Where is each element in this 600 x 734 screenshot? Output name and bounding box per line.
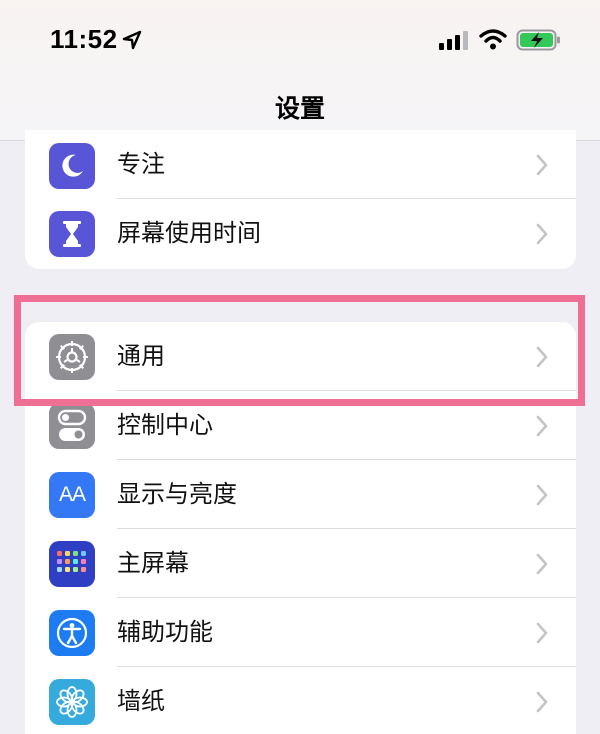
text-size-icon: AA: [49, 472, 95, 518]
toggles-icon: [49, 403, 95, 449]
settings-row-accessibility[interactable]: 辅助功能: [25, 598, 576, 667]
accessibility-icon: [49, 610, 95, 656]
chevron-right-icon: [536, 622, 548, 644]
highlight-box: [14, 295, 585, 406]
battery-charging-icon: [516, 29, 560, 51]
wifi-icon: [479, 29, 507, 50]
location-arrow-icon: [122, 30, 142, 50]
settings-row-home-screen[interactable]: 主屏幕: [25, 529, 576, 598]
settings-row-label: 专注: [117, 150, 165, 178]
header-area: 11:52 设置: [0, 0, 600, 141]
chevron-right-icon: [536, 223, 548, 245]
text-size-glyph: AA: [58, 483, 86, 506]
settings-row-display-brightness[interactable]: AA 显示与亮度: [25, 460, 576, 529]
settings-row-screen-time[interactable]: 屏幕使用时间: [25, 199, 576, 268]
settings-row-label: 主屏幕: [117, 549, 189, 577]
chevron-right-icon: [536, 484, 548, 506]
settings-row-label: 控制中心: [117, 411, 213, 439]
page-title: 设置: [274, 94, 325, 123]
moon-icon: [49, 143, 95, 189]
status-time: 11:52: [50, 24, 118, 54]
cellular-signal-icon: [439, 31, 468, 50]
chevron-right-icon: [536, 154, 548, 176]
chevron-right-icon: [536, 415, 548, 437]
settings-row-label: 显示与亮度: [117, 480, 237, 508]
settings-row-label: 屏幕使用时间: [117, 219, 261, 247]
settings-row-wallpaper[interactable]: 墙纸: [25, 667, 576, 734]
settings-row-label: 墙纸: [117, 687, 165, 715]
hourglass-icon: [49, 211, 95, 257]
app-grid-icon: [49, 541, 95, 587]
settings-row-label: 辅助功能: [117, 618, 213, 646]
chevron-right-icon: [536, 553, 548, 575]
settings-row-focus[interactable]: 专注: [25, 130, 576, 199]
settings-group-focus: 专注 屏幕使用时间: [25, 130, 576, 269]
chevron-right-icon: [536, 691, 548, 713]
flower-icon: [49, 679, 95, 725]
